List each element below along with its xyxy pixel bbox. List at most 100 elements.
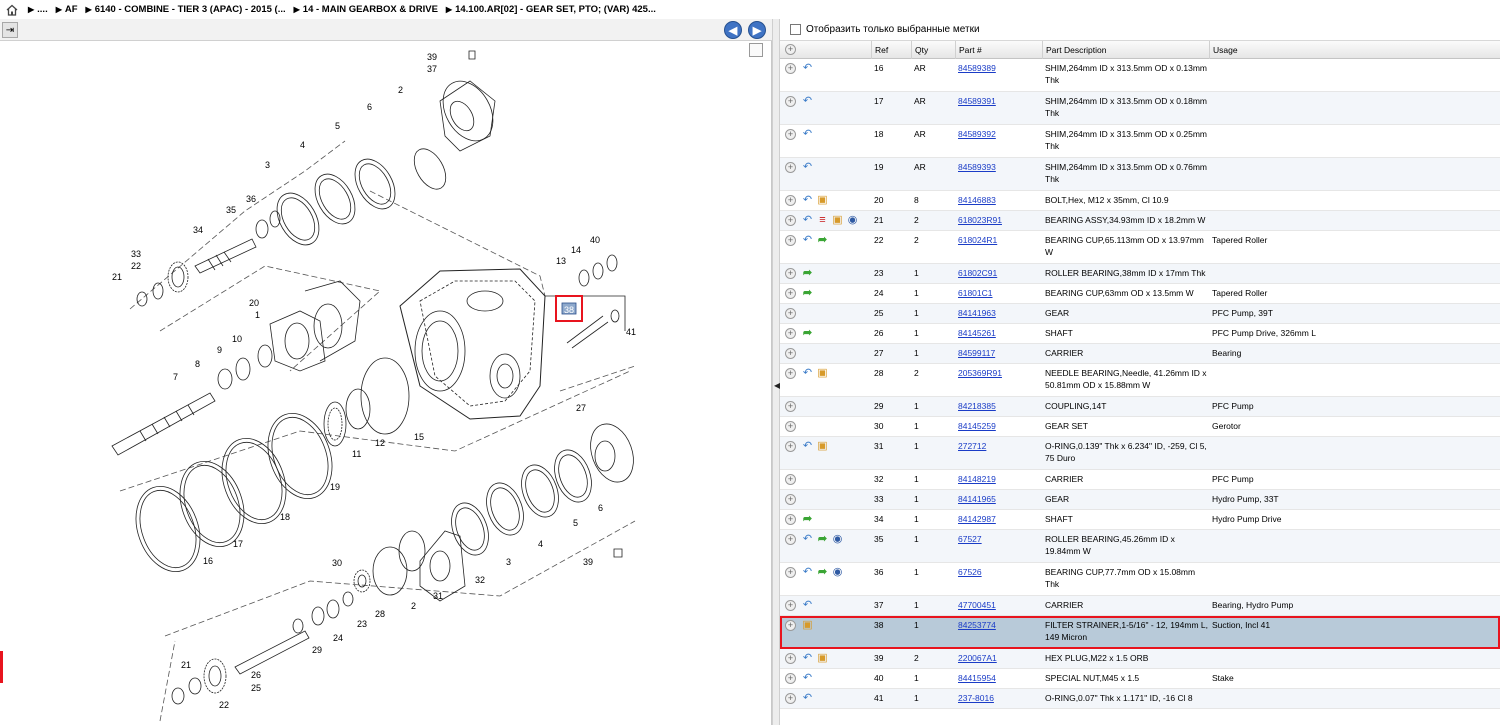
part-number-link[interactable]: 272712 <box>958 440 986 452</box>
add-to-cart-icon[interactable]: + <box>785 328 796 339</box>
part-number-link[interactable]: 84589389 <box>958 62 996 74</box>
table-row[interactable]: +25 1 84141963 GEAR PFC Pump, 39T <box>780 304 1500 324</box>
add-to-cart-icon[interactable]: + <box>785 653 796 664</box>
part-number-link[interactable]: 47700451 <box>958 599 996 611</box>
add-to-cart-icon[interactable]: + <box>785 308 796 319</box>
table-row[interactable]: + ➦ 26 1 84145261 SHAFT PFC Pump Drive, 326mm … <box>780 324 1500 344</box>
fwd-icon[interactable]: ➦ <box>801 327 814 340</box>
table-row[interactable]: + ↶ ➦ ◉ 35 1 67527 ROLLER BEARING,45.26mm ID x … <box>780 530 1500 563</box>
breadcrumb-item[interactable]: 14 - MAIN GEARBOX & DRIVE <box>303 4 438 15</box>
pane-splitter[interactable]: ◀ <box>772 19 780 725</box>
back-icon[interactable]: ↶ <box>801 672 814 685</box>
add-to-cart-icon[interactable]: + <box>785 96 796 107</box>
table-row[interactable]: + ↶ 19 AR 84589393 SHIM,264mm ID x 313.5mm OD… <box>780 158 1500 191</box>
add-to-cart-icon[interactable]: + <box>785 401 796 412</box>
table-row[interactable]: +32 1 84148219 CARRIER PFC Pump <box>780 470 1500 490</box>
part-number-link[interactable]: 67526 <box>958 566 982 578</box>
part-number-link[interactable]: 84141965 <box>958 493 996 505</box>
back-icon[interactable]: ↶ <box>801 533 814 546</box>
next-diagram-button[interactable]: ▶ <box>748 21 766 39</box>
list-icon[interactable]: ≡ <box>816 214 829 227</box>
column-header-description[interactable]: Part Description <box>1042 41 1209 59</box>
add-to-cart-icon[interactable]: + <box>785 268 796 279</box>
box-icon[interactable]: ▣ <box>816 440 829 453</box>
add-to-cart-icon[interactable]: + <box>785 441 796 452</box>
table-row[interactable]: + ↶ ➦ ◉ 36 1 67526 BEARING CUP,77.7mm OD x 15.0… <box>780 563 1500 596</box>
column-header-ref[interactable]: Ref <box>871 41 911 59</box>
add-to-cart-icon[interactable]: + <box>785 129 796 140</box>
back-icon[interactable]: ↶ <box>801 194 814 207</box>
box-icon[interactable]: ▣ <box>816 652 829 665</box>
part-number-link[interactable]: 237-8016 <box>958 692 994 704</box>
add-to-cart-icon[interactable]: + <box>785 235 796 246</box>
part-number-link[interactable]: 61802C91 <box>958 267 997 279</box>
back-icon[interactable]: ↶ <box>801 566 814 579</box>
add-to-cart-icon[interactable]: + <box>785 348 796 359</box>
add-to-cart-icon[interactable]: + <box>785 600 796 611</box>
box-icon[interactable]: ▣ <box>816 367 829 380</box>
add-to-cart-icon[interactable]: + <box>785 63 796 74</box>
table-row[interactable]: + ↶ 37 1 47700451 CARRIER Bearing, Hydro Pump <box>780 596 1500 616</box>
back-icon[interactable]: ↶ <box>801 652 814 665</box>
table-row[interactable]: + ↶ ▣ 31 1 272712 O-RING,0.139" Thk x 6.234" I… <box>780 437 1500 470</box>
add-to-cart-icon[interactable]: + <box>785 567 796 578</box>
table-row[interactable]: +27 1 84599117 CARRIER Bearing <box>780 344 1500 364</box>
table-row[interactable]: + ↶ ▣ 20 8 84146883 BOLT,Hex, M12 x 35mm, Cl 1… <box>780 191 1500 211</box>
table-row[interactable]: + ↶ 16 AR 84589389 SHIM,264mm ID x 313.5mm OD… <box>780 59 1500 92</box>
part-number-link[interactable]: 84599117 <box>958 347 995 359</box>
part-number-link[interactable]: 84589393 <box>958 161 996 173</box>
part-number-link[interactable]: 84145261 <box>958 327 996 339</box>
table-row[interactable]: + ➦ 24 1 61801C1 BEARING CUP,63mm OD x 13.5mm… <box>780 284 1500 304</box>
column-header-usage[interactable]: Usage <box>1209 41 1500 59</box>
breadcrumb-item[interactable]: 6140 - COMBINE - TIER 3 (APAC) - 2015 (.… <box>95 4 286 15</box>
part-number-link[interactable]: 84142987 <box>958 513 996 525</box>
part-number-link[interactable]: 84415954 <box>958 672 996 684</box>
add-to-cart-icon[interactable]: + <box>785 368 796 379</box>
column-header-part[interactable]: Part # <box>955 41 1042 59</box>
fwd-icon[interactable]: ➦ <box>801 287 814 300</box>
add-to-cart-icon[interactable]: + <box>785 620 796 631</box>
breadcrumb-item[interactable]: .... <box>37 4 48 15</box>
exploded-parts-diagram[interactable]: 39 37 2 6 5 4 3 36 35 34 33 22 21 20 1 1… <box>0 41 772 725</box>
globe-icon[interactable]: ◉ <box>831 566 844 579</box>
part-number-link[interactable]: 84218385 <box>958 400 996 412</box>
fwd-icon[interactable]: ➦ <box>816 566 829 579</box>
breadcrumb-item-current[interactable]: 14.100.AR[02] - GEAR SET, PTO; (VAR) 425… <box>455 4 656 15</box>
table-row[interactable]: + ➦ 23 1 61802C91 ROLLER BEARING,38mm ID x 17… <box>780 264 1500 284</box>
part-number-link[interactable]: 84148219 <box>958 473 996 485</box>
back-icon[interactable]: ↶ <box>801 599 814 612</box>
add-to-cart-icon[interactable]: + <box>785 693 796 704</box>
globe-icon[interactable]: ◉ <box>846 214 859 227</box>
part-number-link[interactable]: 618024R1 <box>958 234 997 246</box>
fwd-icon[interactable]: ➦ <box>801 513 814 526</box>
back-icon[interactable]: ↶ <box>801 62 814 75</box>
table-row[interactable]: + ➦ 34 1 84142987 SHAFT Hydro Pump Drive <box>780 510 1500 530</box>
part-number-link[interactable]: 618023R91 <box>958 214 1002 226</box>
part-number-link[interactable]: 84145259 <box>958 420 996 432</box>
table-row[interactable]: + ↶ 40 1 84415954 SPECIAL NUT,M45 x 1.5 Stake <box>780 669 1500 689</box>
add-to-cart-icon[interactable]: + <box>785 162 796 173</box>
table-row[interactable]: + ↶ ≡ ▣ ◉ 21 2 618023R91 BEARING ASSY,34.93mm ID… <box>780 211 1500 231</box>
fwd-icon[interactable]: ➦ <box>801 267 814 280</box>
table-row[interactable]: + ↶ ▣ 39 2 220067A1 HEX PLUG,M22 x 1.5 ORB <box>780 649 1500 669</box>
add-to-cart-icon[interactable]: + <box>785 195 796 206</box>
table-row[interactable]: + ↶ ▣ 28 2 205369R91 NEEDLE BEARING,Needle, 41… <box>780 364 1500 397</box>
back-icon[interactable]: ↶ <box>801 95 814 108</box>
back-icon[interactable]: ↶ <box>801 440 814 453</box>
table-row[interactable]: +30 1 84145259 GEAR SET Gerotor <box>780 417 1500 437</box>
add-to-cart-icon[interactable]: + <box>785 673 796 684</box>
table-row[interactable]: + ▣ 38 1 84253774 FILTER STRAINER,1-5/16" - 1… <box>780 616 1500 649</box>
expand-all-icon[interactable]: + <box>785 44 796 55</box>
table-row[interactable]: +33 1 84141965 GEAR Hydro Pump, 33T <box>780 490 1500 510</box>
fwd-icon[interactable]: ➦ <box>816 234 829 247</box>
part-number-link[interactable]: 220067A1 <box>958 652 997 664</box>
add-to-cart-icon[interactable]: + <box>785 514 796 525</box>
add-to-cart-icon[interactable]: + <box>785 534 796 545</box>
table-row[interactable]: + ↶ 41 1 237-8016 O-RING,0.07" Thk x 1.171" I… <box>780 689 1500 709</box>
part-number-link[interactable]: 84589391 <box>958 95 996 107</box>
table-row[interactable]: +29 1 84218385 COUPLING,14T PFC Pump <box>780 397 1500 417</box>
back-icon[interactable]: ↶ <box>801 128 814 141</box>
back-icon[interactable]: ↶ <box>801 161 814 174</box>
globe-icon[interactable]: ◉ <box>831 533 844 546</box>
fwd-icon[interactable]: ➦ <box>816 533 829 546</box>
